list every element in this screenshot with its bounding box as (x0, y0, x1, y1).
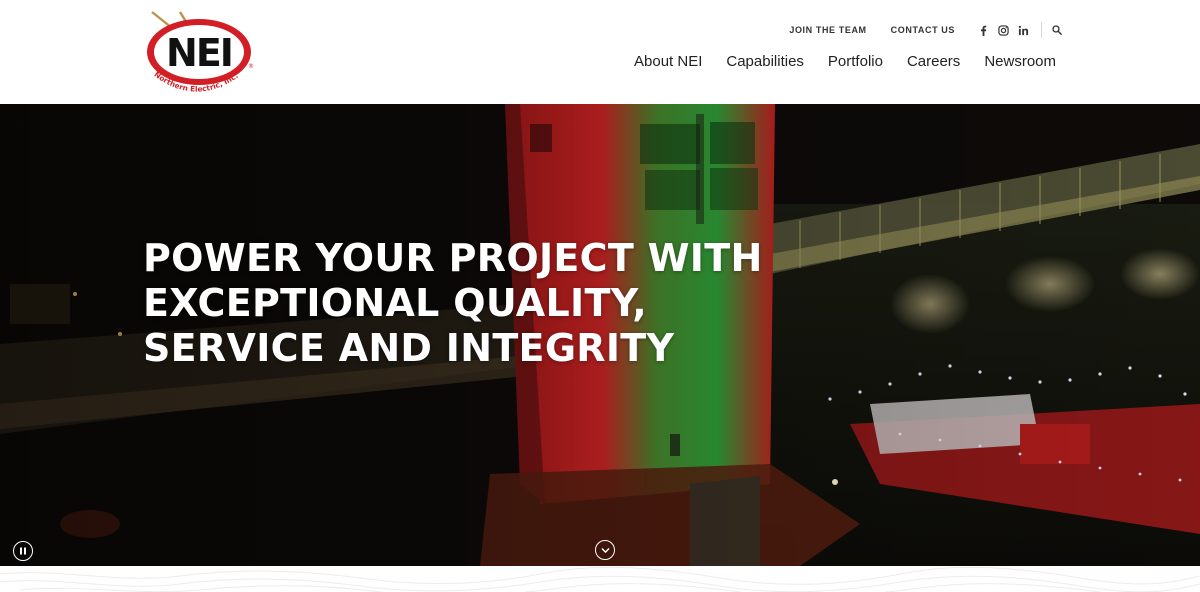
utility-nav: JOIN THE TEAM CONTACT US (789, 22, 1064, 38)
site-header: NEI Northern Electric, Inc. ® JOIN THE T… (0, 0, 1200, 104)
join-the-team-link[interactable]: JOIN THE TEAM (789, 25, 866, 35)
decorative-pattern-strip (0, 566, 1200, 592)
hero-banner: POWER YOUR PROJECT WITH EXCEPTIONAL QUAL… (0, 104, 1200, 566)
logo-letters: NEI (166, 31, 232, 75)
hero-heading-line: EXCEPTIONAL QUALITY, (143, 281, 647, 325)
topographic-pattern (0, 566, 1200, 592)
contact-us-link[interactable]: CONTACT US (891, 25, 955, 35)
logo-registered-mark: ® (248, 63, 254, 70)
hero-heading-line: SERVICE AND INTEGRITY (143, 326, 675, 370)
linkedin-icon[interactable] (1017, 24, 1029, 36)
nav-about-nei[interactable]: About NEI (634, 53, 702, 70)
nav-newsroom[interactable]: Newsroom (984, 53, 1056, 70)
nav-capabilities[interactable]: Capabilities (726, 53, 804, 70)
chevron-down-icon (601, 547, 609, 553)
pause-icon (20, 547, 26, 555)
facebook-icon[interactable] (977, 24, 989, 36)
search-icon[interactable] (1050, 23, 1064, 37)
nei-logo-mark: NEI Northern Electric, Inc. ® (147, 11, 254, 94)
instagram-icon[interactable] (997, 24, 1009, 36)
nav-careers[interactable]: Careers (907, 53, 960, 70)
scroll-down-button[interactable] (595, 540, 615, 560)
social-links (969, 24, 1029, 36)
hero-heading: POWER YOUR PROJECT WITH EXCEPTIONAL QUAL… (143, 236, 783, 371)
main-nav: About NEI Capabilities Portfolio Careers… (634, 51, 1056, 71)
pause-video-button[interactable] (13, 541, 33, 561)
utility-divider (1041, 22, 1042, 38)
hero-heading-line: POWER YOUR PROJECT WITH (143, 236, 763, 280)
nav-portfolio[interactable]: Portfolio (828, 53, 883, 70)
nei-logo[interactable]: NEI Northern Electric, Inc. ® (142, 8, 260, 96)
